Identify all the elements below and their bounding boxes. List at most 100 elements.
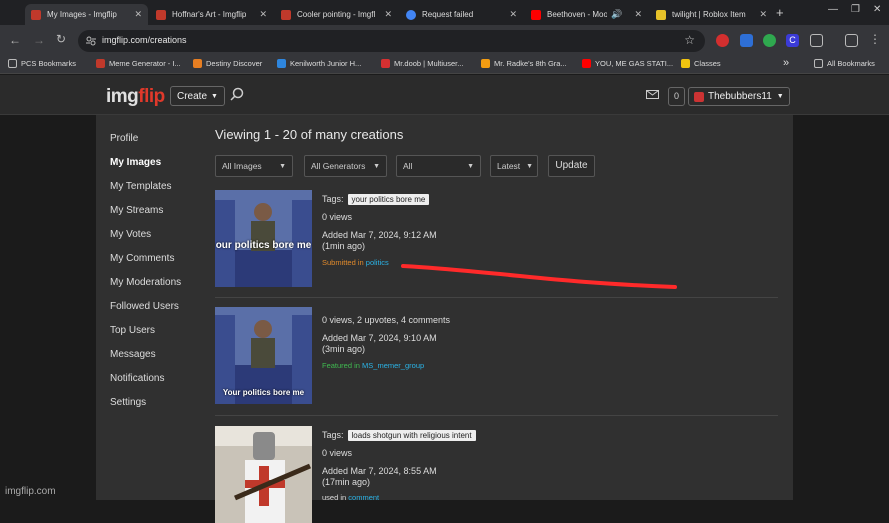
page-title: Viewing 1 - 20 of many creations <box>215 127 404 142</box>
record-extension-icon[interactable] <box>716 34 729 47</box>
bookmark-item[interactable]: Kenilworth Junior H... <box>277 59 361 68</box>
tab-twilight-roblox[interactable]: twilight | Roblox Item ✕ <box>650 4 773 25</box>
item-ago: (3min ago) <box>322 344 366 354</box>
sidebar-item-notifications[interactable]: Notifications <box>110 373 164 384</box>
folder-icon <box>814 59 823 68</box>
sidebar-item-profile[interactable]: Profile <box>110 133 138 144</box>
close-icon[interactable]: ✕ <box>384 9 392 20</box>
meme-thumbnail[interactable]: Your politics bore me <box>215 307 312 404</box>
bookmark-item[interactable]: Destiny Discover <box>193 59 262 68</box>
notification-count[interactable]: 0 <box>668 87 685 106</box>
bookmark-item[interactable]: Meme Generator - I... <box>96 59 181 68</box>
item-tags: Tags: your politics bore me <box>322 194 430 205</box>
extensions-puzzle-icon[interactable] <box>810 34 823 47</box>
url-text: imgflip.com/creations <box>102 35 187 45</box>
user-menu-button[interactable]: Thebubbers11 ▼ <box>688 87 790 106</box>
close-icon[interactable]: ✕ <box>134 9 142 20</box>
tab-hoffnar-art[interactable]: Hoffnar's Art - Imgflip ✕ <box>150 4 273 25</box>
bookmark-item[interactable]: Mr.doob | Multiuser... <box>381 59 463 68</box>
meme-thumbnail[interactable] <box>215 426 312 523</box>
meme-caption: Your politics bore me <box>222 388 305 397</box>
item-status: Submitted in politics <box>322 258 389 267</box>
comment-link[interactable]: comment <box>348 493 379 502</box>
tag-chip[interactable]: your politics bore me <box>347 194 430 205</box>
imgflip-favicon-icon <box>281 9 291 20</box>
close-icon[interactable]: ✕ <box>634 9 642 20</box>
tab-my-images[interactable]: My Images - Imgflip ✕ <box>25 4 148 25</box>
sidebar-item-followed-users[interactable]: Followed Users <box>110 301 179 312</box>
blogger-icon <box>481 59 490 68</box>
c-extension-icon[interactable]: C <box>786 34 799 47</box>
item-views: 0 views <box>322 212 353 222</box>
menu-kebab-icon[interactable]: ⋮ <box>869 32 881 46</box>
tab-beethoven[interactable]: Beethoven - Moonl 🔊 ✕ <box>525 4 648 25</box>
tab-request-failed[interactable]: Request failed ✕ <box>400 4 523 25</box>
sidebar-item-my-streams[interactable]: My Streams <box>110 205 163 216</box>
grammarly-extension-icon[interactable] <box>763 34 776 47</box>
stream-link[interactable]: politics <box>366 258 389 267</box>
item-stats: 0 views, 2 upvotes, 4 comments <box>322 315 451 325</box>
imgflip-favicon-icon <box>96 59 105 68</box>
close-icon[interactable]: ✕ <box>759 9 767 20</box>
address-bar[interactable]: imgflip.com/creations ☆ <box>78 30 705 52</box>
image-type-select[interactable]: All Images ▼ <box>215 155 293 177</box>
reload-icon[interactable]: ↻ <box>56 32 66 46</box>
sidebar-item-my-images[interactable]: My Images <box>110 157 161 168</box>
imgflip-logo[interactable]: imgflip <box>106 86 165 108</box>
sidebar-item-my-templates[interactable]: My Templates <box>110 181 172 192</box>
bookmarks-overflow-button[interactable]: » <box>783 57 789 69</box>
meme-thumbnail[interactable]: our politics bore me <box>215 190 312 287</box>
visibility-select[interactable]: All ▼ <box>396 155 481 177</box>
bookmark-star-icon[interactable]: ☆ <box>684 33 695 47</box>
tag-chip[interactable]: loads shotgun with religious intent <box>347 430 476 441</box>
create-dropdown-button[interactable]: Create ▼ <box>170 86 225 106</box>
back-icon[interactable]: ← <box>9 33 21 47</box>
sort-select[interactable]: Latest ▼ <box>490 155 538 177</box>
item-added: Added Mar 7, 2024, 9:10 AM <box>322 333 437 343</box>
imgflip-favicon-icon <box>156 9 166 20</box>
translate-extension-icon[interactable] <box>740 34 753 47</box>
minimize-icon[interactable]: ― <box>828 4 838 15</box>
item-added: Added Mar 7, 2024, 9:12 AM <box>322 230 437 240</box>
restore-icon[interactable]: ❐ <box>851 4 860 15</box>
folder-icon <box>8 59 17 68</box>
all-bookmarks-button[interactable]: All Bookmarks <box>814 59 875 68</box>
item-added: Added Mar 7, 2024, 8:55 AM <box>322 466 437 476</box>
side-panel-icon[interactable] <box>845 34 858 47</box>
sidebar-item-my-moderations[interactable]: My Moderations <box>110 277 181 288</box>
forward-icon[interactable]: → <box>33 33 45 47</box>
stream-link[interactable]: MS_memer_group <box>362 361 424 370</box>
mail-icon[interactable] <box>646 90 659 99</box>
school-icon <box>277 59 286 68</box>
bookmark-item[interactable]: Mr. Radke's 8th Gra... <box>481 59 567 68</box>
globe-icon <box>406 9 416 20</box>
close-window-icon[interactable]: ✕ <box>873 4 881 15</box>
site-info-icon[interactable] <box>86 36 96 46</box>
bookmark-item[interactable]: PCS Bookmarks <box>8 59 76 68</box>
avatar <box>694 91 704 102</box>
item-status: used in comment <box>322 493 380 502</box>
sidebar-item-settings[interactable]: Settings <box>110 397 146 408</box>
caret-down-icon: ▼ <box>211 92 218 100</box>
youtube-icon <box>531 9 541 20</box>
bookmark-item[interactable]: YOU, ME GAS STATI... <box>582 59 673 68</box>
caret-down-icon: ▼ <box>776 93 784 100</box>
speaker-icon[interactable]: 🔊 <box>611 9 622 20</box>
sidebar-item-top-users[interactable]: Top Users <box>110 325 155 336</box>
sidebar-item-messages[interactable]: Messages <box>110 349 156 360</box>
imgflip-favicon-icon <box>31 9 41 20</box>
imgflip-watermark: imgflip.com <box>5 486 56 497</box>
close-icon[interactable]: ✕ <box>509 9 517 20</box>
sidebar-item-my-votes[interactable]: My Votes <box>110 229 151 240</box>
red-scribble-annotation <box>401 264 677 289</box>
sidebar-item-my-comments[interactable]: My Comments <box>110 253 174 264</box>
new-tab-button[interactable]: + <box>776 5 784 20</box>
generator-select[interactable]: All Generators ▼ <box>304 155 387 177</box>
caret-down-icon: ▼ <box>373 162 380 170</box>
update-button[interactable]: Update <box>548 155 595 177</box>
bookmark-item[interactable]: Classes <box>681 59 721 68</box>
tab-cooler-pointing[interactable]: Cooler pointing - Imgfl ✕ <box>275 4 398 25</box>
close-icon[interactable]: ✕ <box>259 9 267 20</box>
classroom-icon <box>681 59 690 68</box>
search-icon[interactable] <box>230 87 244 101</box>
